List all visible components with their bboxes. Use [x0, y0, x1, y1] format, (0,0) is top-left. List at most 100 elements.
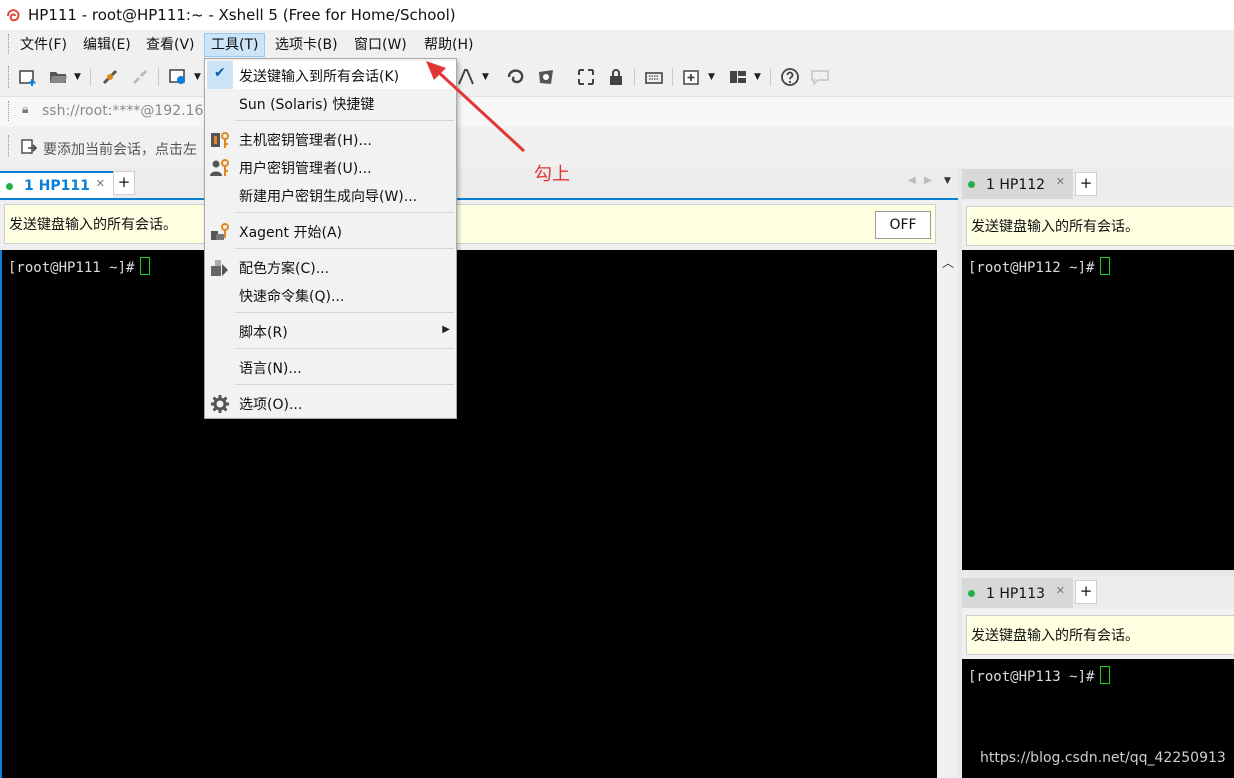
menu-item-label: 语言(N)...	[239, 361, 302, 377]
disconnect-icon[interactable]	[130, 67, 150, 87]
scroll-up-icon[interactable]: ︿	[942, 254, 954, 271]
menu-item-label: Xagent 开始(A)	[239, 225, 342, 241]
menu-item-options[interactable]: 选项(O)...	[205, 389, 456, 417]
menu-help[interactable]: 帮助(H)	[418, 34, 479, 56]
toolbar-separator	[672, 68, 673, 86]
fullscreen-icon[interactable]	[576, 67, 596, 87]
session-status-dot	[968, 181, 975, 188]
tab-label: 1 HP112	[986, 177, 1046, 193]
tab-hp112[interactable]: 1 HP112 ✕	[962, 169, 1073, 199]
broadcast-text: 发送键盘输入的所有会话。	[971, 628, 1139, 644]
terminal-prompt: [root@HP112 ~]#	[968, 257, 1111, 276]
close-icon[interactable]: ✕	[96, 177, 105, 190]
help-icon[interactable]	[780, 67, 800, 87]
open-dropdown-icon[interactable]: ▼	[74, 72, 81, 82]
add-tab-button[interactable]: +	[113, 171, 135, 195]
menu-item-label: 新建用户密钥生成向导(W)...	[239, 189, 418, 205]
toolbar-separator	[158, 68, 159, 86]
menu-separator	[235, 212, 454, 213]
menubar-grip	[8, 34, 11, 54]
tab-label: 1 HP113	[986, 586, 1046, 602]
menu-tools[interactable]: 工具(T)	[204, 33, 266, 57]
prompt-text: [root@HP112 ~]#	[968, 260, 1095, 276]
add-tab-button[interactable]: +	[1075, 172, 1097, 196]
menu-file[interactable]: 文件(F)	[14, 34, 73, 56]
close-icon[interactable]: ✕	[1056, 584, 1065, 597]
menu-item-language[interactable]: 语言(N)...	[205, 353, 456, 381]
watermark-text: https://blog.csdn.net/qq_42250913	[980, 750, 1226, 766]
menu-item-color-scheme[interactable]: 配色方案(C)...	[205, 253, 456, 281]
tab-scroll-left-icon[interactable]: ◀	[908, 175, 916, 186]
broadcast-bar-hp111: 发送键盘输入的所有会话。 OFF	[4, 204, 936, 244]
tab-scroll-right-icon[interactable]: ▶	[924, 175, 932, 186]
menu-edit[interactable]: 编辑(E)	[77, 34, 137, 56]
terminal-hp112[interactable]: [root@HP112 ~]#	[962, 250, 1234, 570]
menu-item-script[interactable]: 脚本(R) ▶	[205, 317, 456, 345]
menu-item-label: 选项(O)...	[239, 397, 303, 413]
prompt-text: [root@HP111 ~]#	[8, 260, 135, 276]
properties-dropdown-icon[interactable]: ▼	[194, 72, 201, 82]
connect-icon[interactable]	[100, 67, 120, 87]
terminal-cursor	[1100, 666, 1111, 684]
add-tab-button[interactable]: +	[1075, 580, 1097, 604]
properties-icon[interactable]	[168, 67, 188, 87]
menu-item-sun-shortcuts[interactable]: Sun (Solaris) 快捷键	[205, 89, 456, 117]
host-key-icon	[211, 132, 229, 148]
menu-window[interactable]: 窗口(W)	[348, 34, 413, 56]
menu-separator	[235, 348, 454, 349]
menu-tabs[interactable]: 选项卡(B)	[269, 34, 344, 56]
left-tab-strip: 1 HP111 ✕ + ◀ ▶ ▼	[0, 167, 958, 200]
toolbar-separator	[770, 68, 771, 86]
terminal-cursor	[1100, 257, 1111, 275]
session-status-dot	[6, 183, 13, 190]
right-top-tab-strip: 1 HP112 ✕ +	[962, 167, 1234, 201]
broadcast-off-button[interactable]: OFF	[875, 211, 931, 239]
toolbar-separator	[90, 68, 91, 86]
menu-bar: 文件(F) 编辑(E) 查看(V) 工具(T) 选项卡(B) 窗口(W) 帮助(…	[0, 30, 1234, 58]
menu-item-label: 用户密钥管理者(U)...	[239, 161, 372, 177]
chat-icon[interactable]	[810, 67, 830, 87]
tab-label: 1 HP111	[24, 178, 90, 194]
addressbar-grip	[8, 101, 11, 121]
add-tab-dropdown-icon[interactable]: ▼	[708, 72, 715, 82]
menu-item-send-keys-all[interactable]: ✔ 发送键输入到所有会话(K)	[205, 61, 456, 89]
terminal-cursor	[140, 257, 151, 275]
menu-item-host-key-manager[interactable]: 主机密钥管理者(H)...	[205, 125, 456, 153]
menu-separator	[235, 384, 454, 385]
lock-icon[interactable]	[606, 67, 626, 87]
terminal-hp111[interactable]: [root@HP111 ~]#	[0, 250, 939, 778]
tab-hp113[interactable]: 1 HP113 ✕	[962, 578, 1073, 608]
menu-item-label: 脚本(R)	[239, 325, 288, 341]
menu-view[interactable]: 查看(V)	[140, 34, 201, 56]
new-session-icon[interactable]	[18, 67, 38, 87]
add-session-icon[interactable]	[20, 138, 38, 156]
open-folder-icon[interactable]	[48, 67, 68, 87]
menu-item-label: 发送键输入到所有会话(K)	[239, 69, 400, 85]
terminal-prompt: [root@HP111 ~]#	[8, 257, 151, 276]
session-hint-text: 要添加当前会话，点击左	[43, 142, 197, 158]
menu-item-label: 主机密钥管理者(H)...	[239, 133, 372, 149]
close-icon[interactable]: ✕	[1056, 175, 1065, 188]
window-title: HP111 - root@HP111:~ - Xshell 5 (Free fo…	[28, 6, 456, 24]
tab-hp111[interactable]: 1 HP111 ✕	[0, 171, 113, 199]
terminal-prompt: [root@HP113 ~]#	[968, 666, 1111, 685]
menu-item-new-key-wizard[interactable]: 新建用户密钥生成向导(W)...	[205, 181, 456, 209]
layout-dropdown-icon[interactable]: ▼	[754, 72, 761, 82]
layout-icon[interactable]	[728, 67, 748, 87]
broadcast-text: 发送键盘输入的所有会话。	[9, 217, 177, 233]
checkmark-icon: ✔	[214, 65, 226, 81]
menu-item-user-key-manager[interactable]: 用户密钥管理者(U)...	[205, 153, 456, 181]
menu-item-label: Sun (Solaris) 快捷键	[239, 97, 375, 113]
menu-item-label: 快速命令集(Q)...	[239, 289, 345, 305]
gear-icon	[211, 395, 229, 413]
annotation-arrow	[426, 61, 526, 153]
right-bottom-tab-strip: 1 HP113 ✕ +	[962, 576, 1234, 608]
menu-item-quick-commands[interactable]: 快速命令集(Q)...	[205, 281, 456, 309]
xshell-logo-icon	[7, 9, 20, 22]
add-tab-icon[interactable]	[682, 67, 702, 87]
tab-list-dropdown-icon[interactable]: ▼	[944, 176, 951, 186]
address-input[interactable]: ssh://root:****@192.16	[42, 103, 203, 119]
keyboard-icon[interactable]	[644, 67, 664, 87]
terminal-scrollbar[interactable]: ︿	[937, 250, 958, 778]
menu-item-xagent[interactable]: Xagent 开始(A)	[205, 217, 456, 245]
